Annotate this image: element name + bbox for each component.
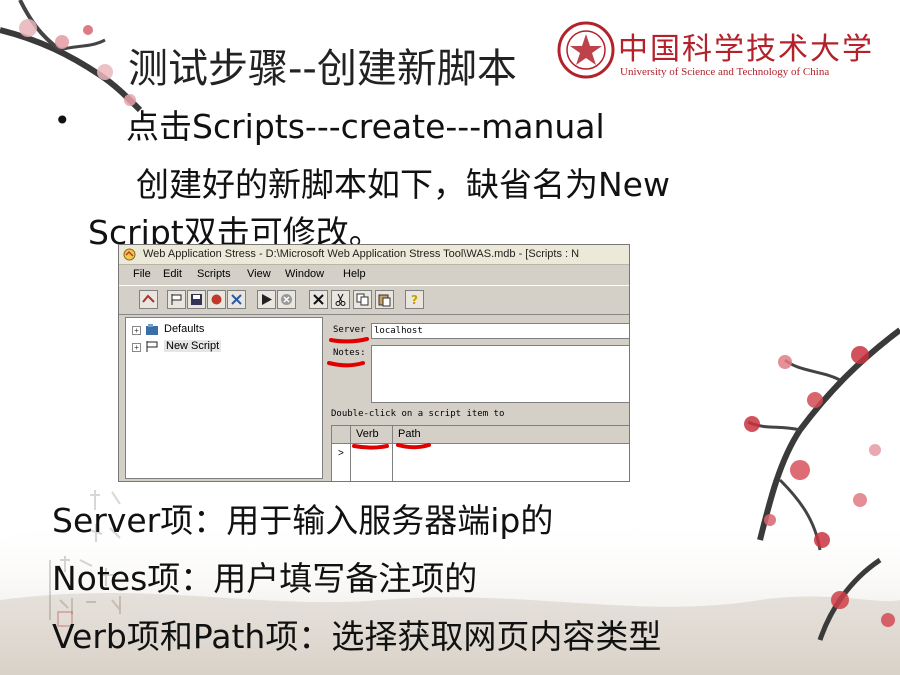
slide-title: 测试步骤--创建新脚本	[128, 46, 517, 92]
default-name-note: 创建好的新脚本如下，缺省名为New	[136, 165, 670, 204]
server-description: Server项：用于输入服务器端ip的	[52, 501, 554, 540]
notes-description: Notes项：用户填写备注项的	[52, 559, 478, 598]
was-window: Web Application Stress - D:\Microsoft We…	[118, 244, 630, 482]
red-underline-annotations	[327, 337, 431, 450]
logo-english-name: University of Science and Technology of …	[620, 66, 830, 78]
logo-chinese-name: 中国科学技术大学	[618, 32, 874, 67]
step-instruction: 点击Scripts---create---manual	[126, 107, 605, 146]
ustc-seal-icon	[557, 21, 615, 79]
ustc-logo: 中国科学技术大学 University of Science and Techn…	[556, 20, 872, 82]
verb-path-description: Verb项和Path项：选择获取网页内容类型	[52, 617, 662, 656]
bullet-point: •	[54, 104, 71, 137]
